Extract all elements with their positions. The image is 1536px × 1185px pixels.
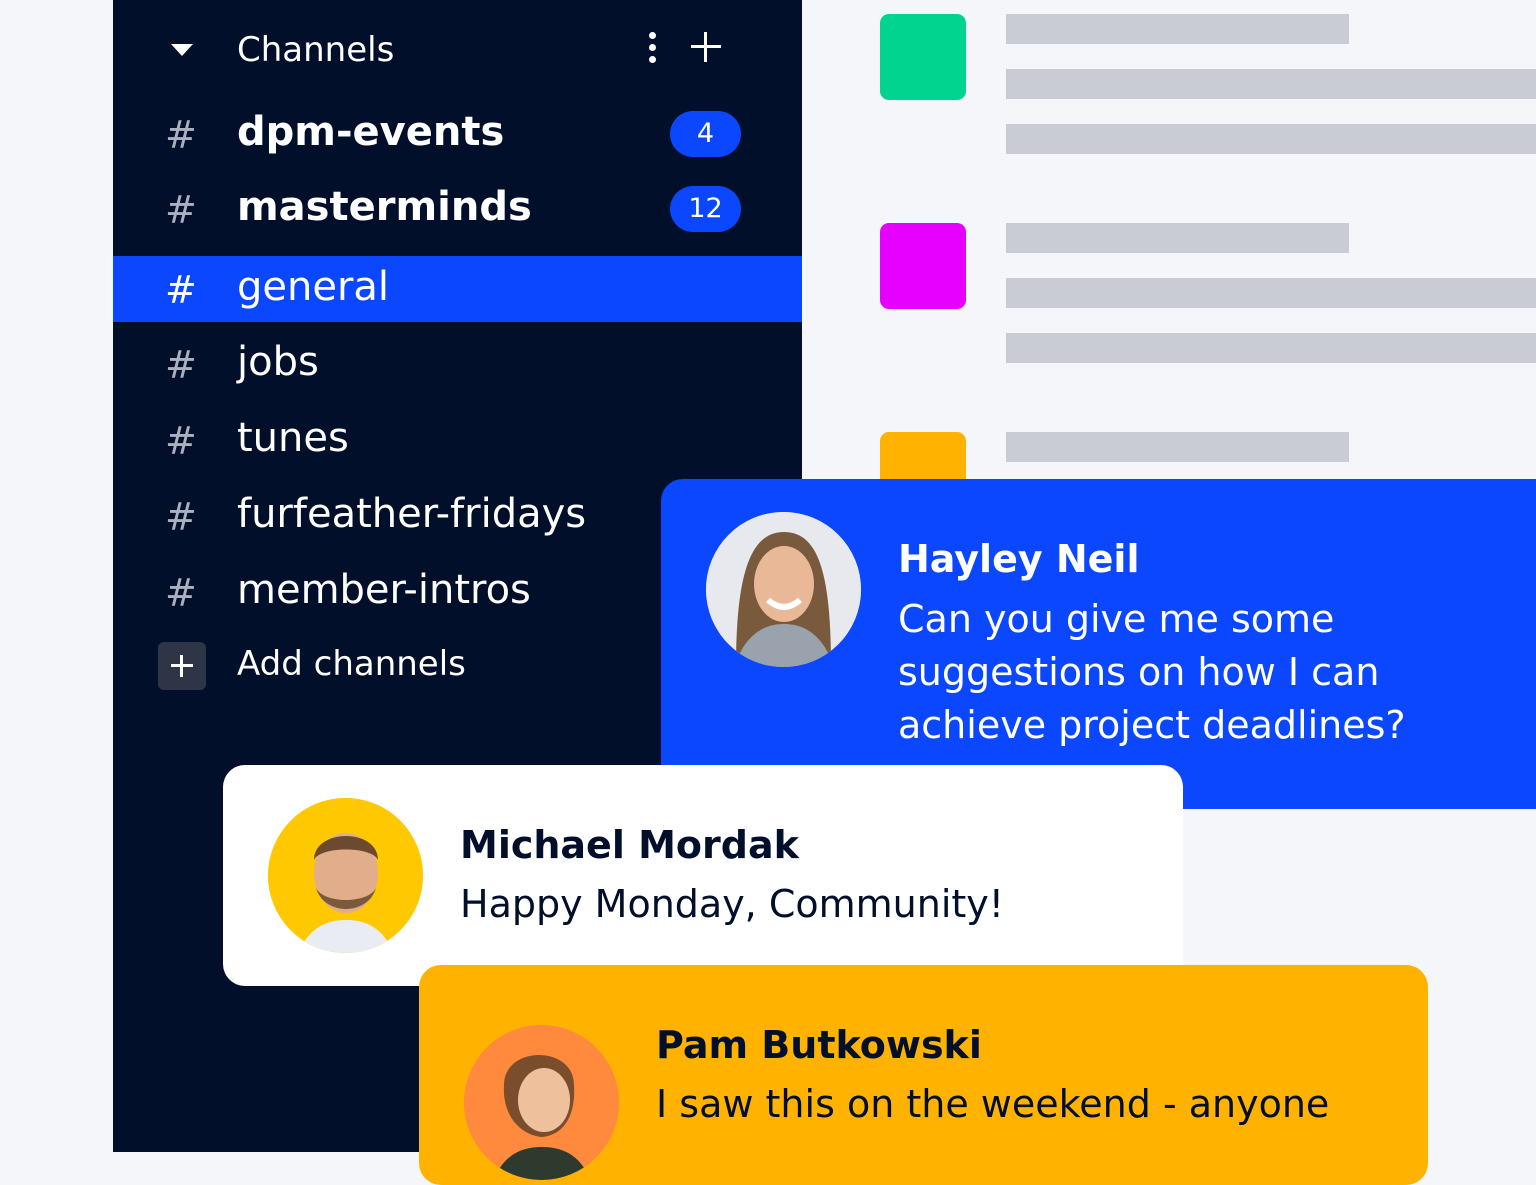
placeholder-line [1006, 432, 1349, 462]
channel-name: tunes [237, 415, 349, 461]
channels-header: Channels [113, 0, 802, 100]
placeholder-line [1006, 124, 1536, 154]
placeholder-avatar [880, 223, 966, 309]
channels-title: Channels [237, 30, 395, 70]
placeholder-line [1006, 14, 1349, 44]
unread-badge: 12 [670, 186, 741, 232]
placeholder-avatar [880, 14, 966, 100]
sidebar-item-masterminds[interactable]: # masterminds 12 [113, 176, 802, 242]
hash-icon: # [165, 419, 197, 463]
new-channel-icon[interactable] [691, 32, 721, 62]
message-line: achieve project deadlines? [898, 703, 1406, 747]
hash-icon: # [165, 188, 197, 232]
channel-name: member-intros [237, 567, 531, 613]
message-line: I saw this on the weekend - anyone [656, 1082, 1330, 1126]
author-name: Hayley Neil [898, 537, 1140, 581]
sidebar-item-tunes[interactable]: # tunes [113, 407, 802, 473]
author-name: Michael Mordak [460, 823, 799, 867]
author-name: Pam Butkowski [656, 1023, 982, 1067]
message-card-pam: Pam Butkowski I saw this on the weekend … [419, 965, 1428, 1185]
channel-name: jobs [237, 339, 319, 385]
hash-icon: # [165, 268, 197, 312]
channel-name: dpm-events [237, 109, 505, 155]
avatar [268, 798, 423, 953]
add-channels-label: Add channels [237, 644, 466, 684]
unread-badge: 4 [670, 111, 741, 157]
hash-icon: # [165, 571, 197, 615]
sidebar-item-jobs[interactable]: # jobs [113, 331, 802, 397]
placeholder-line [1006, 333, 1536, 363]
placeholder-line [1006, 223, 1349, 253]
message-card-hayley: Hayley Neil Can you give me some suggest… [661, 479, 1536, 809]
placeholder-line [1006, 69, 1536, 99]
message-line: suggestions on how I can [898, 650, 1380, 694]
avatar [706, 512, 861, 667]
channel-name: furfeather-fridays [237, 491, 587, 537]
hash-icon: # [165, 495, 197, 539]
sidebar-item-general[interactable]: # general [113, 256, 802, 322]
channel-name: general [237, 264, 390, 310]
channel-name: masterminds [237, 184, 532, 230]
sidebar-item-dpm-events[interactable]: # dpm-events 4 [113, 101, 802, 167]
message-card-michael: Michael Mordak Happy Monday, Community! [223, 765, 1183, 986]
message-line: Can you give me some [898, 597, 1335, 641]
hash-icon: # [165, 113, 197, 157]
collapse-caret-icon[interactable] [171, 44, 193, 56]
add-plus-icon [158, 642, 206, 690]
avatar [464, 1025, 619, 1180]
message-line: Happy Monday, Community! [460, 882, 1005, 926]
placeholder-line [1006, 278, 1536, 308]
more-options-icon[interactable] [649, 32, 657, 64]
hash-icon: # [165, 343, 197, 387]
